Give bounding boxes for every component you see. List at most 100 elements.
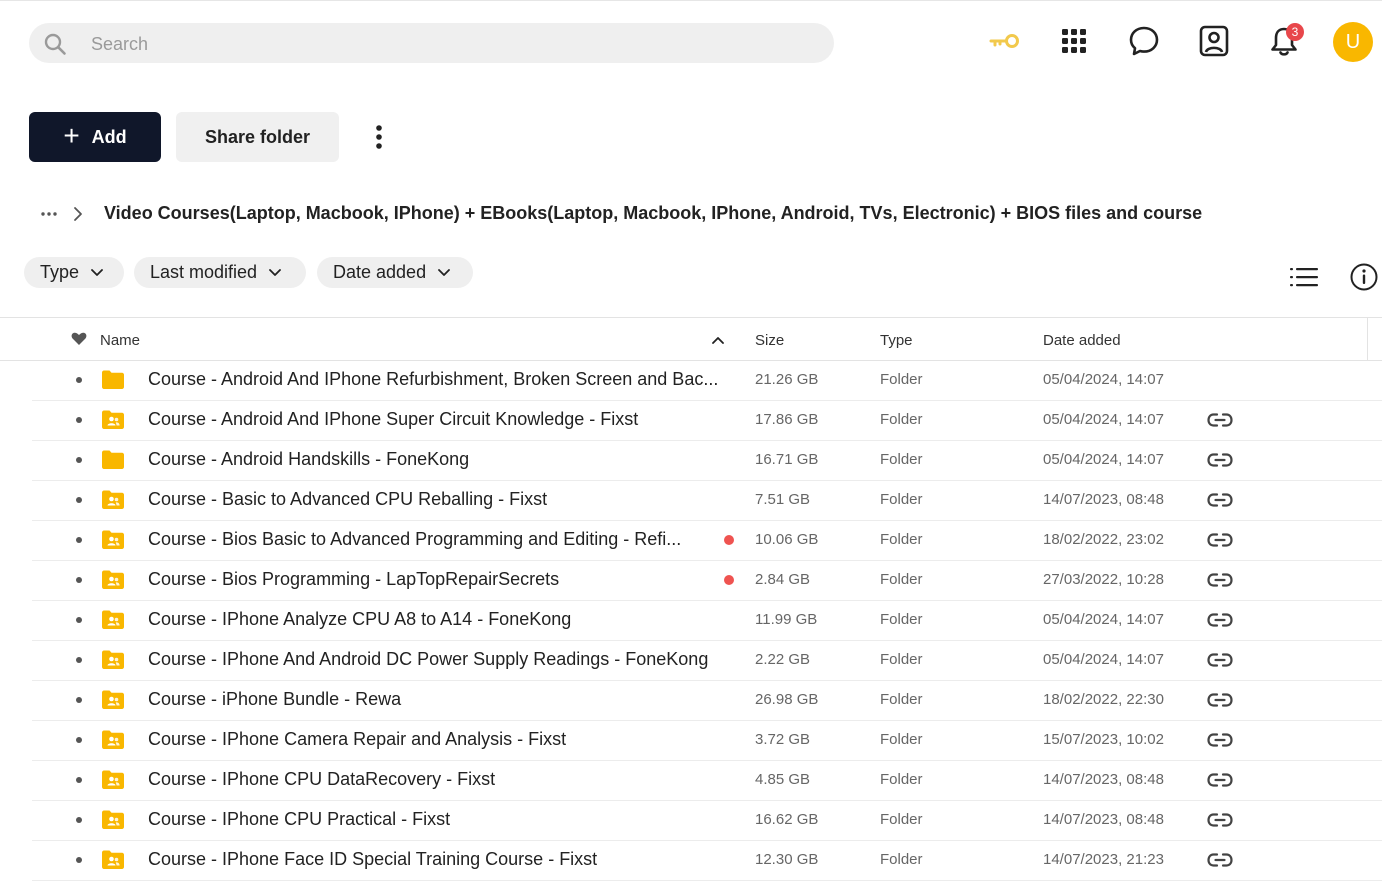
link-icon[interactable] [1206, 608, 1234, 632]
table-row[interactable]: Course - IPhone Camera Repair and Analys… [32, 720, 1382, 761]
row-size: 26.98 GB [755, 691, 819, 708]
row-size: 2.22 GB [755, 651, 811, 668]
row-name[interactable]: Course - iPhone Bundle - Rewa [148, 689, 738, 710]
shared-folder-icon [102, 650, 124, 669]
table-row[interactable]: Course - IPhone CPU DataRecovery - Fixst… [32, 760, 1382, 801]
row-bullet [76, 737, 82, 743]
column-resize-handle[interactable] [1367, 318, 1368, 360]
row-size: 12.30 GB [755, 851, 819, 868]
row-name[interactable]: Course - IPhone Face ID Special Training… [148, 849, 738, 870]
filter-last-modified-label: Last modified [150, 262, 258, 282]
user-avatar[interactable]: U [1333, 22, 1373, 62]
column-header-name[interactable]: Name [100, 332, 140, 349]
chevron-down-icon [269, 268, 281, 276]
row-type: Folder [880, 691, 923, 708]
table-row[interactable]: Course - Android And IPhone Refurbishmen… [32, 360, 1382, 401]
filter-date-added[interactable]: Date added [317, 257, 473, 288]
heart-icon[interactable] [71, 332, 87, 346]
shared-folder-icon [102, 610, 124, 629]
row-size: 10.06 GB [755, 531, 819, 548]
info-icon[interactable] [1349, 262, 1379, 292]
row-name[interactable]: Course - Basic to Advanced CPU Reballing… [148, 489, 738, 510]
status-indicator [724, 535, 734, 545]
row-bullet [76, 817, 82, 823]
link-icon[interactable] [1206, 528, 1234, 552]
row-name[interactable]: Course - IPhone CPU DataRecovery - Fixst [148, 769, 738, 790]
row-name[interactable]: Course - IPhone Camera Repair and Analys… [148, 729, 738, 750]
breadcrumb-current-folder: Video Courses(Laptop, Macbook, IPhone) +… [104, 203, 1203, 223]
search-box[interactable] [29, 23, 834, 65]
add-button[interactable]: + Add [29, 112, 161, 162]
row-date-added: 14/07/2023, 08:48 [1043, 811, 1164, 828]
table-row[interactable]: Course - Bios Programming - LapTopRepair… [32, 560, 1382, 601]
top-bar: 3 U [0, 0, 1382, 81]
row-name[interactable]: Course - IPhone And Android DC Power Sup… [148, 649, 738, 670]
table-row[interactable]: Course - IPhone Face ID Special Training… [32, 840, 1382, 881]
row-bullet [76, 577, 82, 583]
filter-last-modified[interactable]: Last modified [134, 257, 306, 288]
search-icon [44, 33, 66, 55]
link-icon[interactable] [1206, 688, 1234, 712]
table-row[interactable]: Course - iPhone Bundle - Rewa 26.98 GB Fol… [32, 680, 1382, 721]
folder-icon [102, 370, 124, 389]
table-row[interactable]: Course - IPhone And Android DC Power Sup… [32, 640, 1382, 681]
row-type: Folder [880, 731, 923, 748]
sort-ascending-icon[interactable] [712, 336, 724, 344]
row-type: Folder [880, 811, 923, 828]
link-icon[interactable] [1206, 568, 1234, 592]
link-icon[interactable] [1206, 808, 1234, 832]
row-bullet [76, 377, 82, 383]
table-row[interactable]: Course - Basic to Advanced CPU Reballing… [32, 480, 1382, 521]
row-name[interactable]: Course - Android And IPhone Refurbishmen… [148, 369, 738, 390]
row-type: Folder [880, 771, 923, 788]
row-type: Folder [880, 371, 923, 388]
link-icon[interactable] [1206, 648, 1234, 672]
filter-type[interactable]: Type [24, 257, 124, 288]
row-name[interactable]: Course - Bios Programming - LapTopRepair… [148, 569, 738, 590]
row-name[interactable]: Course - IPhone Analyze CPU A8 to A14 - … [148, 609, 738, 630]
shared-folder-icon [102, 570, 124, 589]
link-icon[interactable] [1206, 768, 1234, 792]
row-size: 2.84 GB [755, 571, 811, 588]
share-folder-button[interactable]: Share folder [176, 112, 339, 162]
filter-type-label: Type [40, 262, 80, 282]
shared-folder-icon [102, 730, 124, 749]
row-type: Folder [880, 571, 923, 588]
table-row[interactable]: Course - Android And IPhone Super Circui… [32, 400, 1382, 441]
column-header-size[interactable]: Size [755, 332, 784, 349]
chat-icon[interactable] [1126, 23, 1162, 59]
key-icon[interactable] [986, 23, 1022, 59]
row-name[interactable]: Course - Android And IPhone Super Circui… [148, 409, 738, 430]
link-icon[interactable] [1206, 488, 1234, 512]
row-bullet [76, 617, 82, 623]
link-icon[interactable] [1206, 448, 1234, 472]
chevron-down-icon [438, 268, 450, 276]
status-indicator [724, 575, 734, 585]
shared-folder-icon [102, 410, 124, 429]
apps-grid-icon[interactable] [1056, 23, 1092, 59]
table-header: Name Size Type Date added [0, 318, 1382, 361]
table-row[interactable]: Course - Android Handskills - FoneKong 16… [32, 440, 1382, 481]
list-view-icon[interactable] [1289, 264, 1319, 290]
search-input[interactable] [89, 23, 813, 65]
link-icon[interactable] [1206, 848, 1234, 872]
chevron-right-icon [74, 207, 82, 221]
chevron-down-icon [91, 268, 103, 276]
row-bullet [76, 537, 82, 543]
table-row[interactable]: Course - IPhone CPU Practical - Fixst 16.… [32, 800, 1382, 841]
more-options-icon[interactable] [364, 120, 394, 154]
column-header-date-added[interactable]: Date added [1043, 332, 1121, 349]
shared-folder-icon [102, 810, 124, 829]
link-icon[interactable] [1206, 728, 1234, 752]
contacts-icon[interactable] [1196, 23, 1232, 59]
row-type: Folder [880, 611, 923, 628]
breadcrumb-ellipsis-icon[interactable] [38, 203, 60, 225]
link-icon[interactable] [1206, 408, 1234, 432]
folder-icon [102, 450, 124, 469]
row-name[interactable]: Course - IPhone CPU Practical - Fixst [148, 809, 738, 830]
table-row[interactable]: Course - IPhone Analyze CPU A8 to A14 - … [32, 600, 1382, 641]
row-name[interactable]: Course - Android Handskills - FoneKong [148, 449, 738, 470]
table-row[interactable]: Course - Bios Basic to Advanced Programm… [32, 520, 1382, 561]
row-name[interactable]: Course - Bios Basic to Advanced Programm… [148, 529, 738, 550]
column-header-type[interactable]: Type [880, 332, 913, 349]
